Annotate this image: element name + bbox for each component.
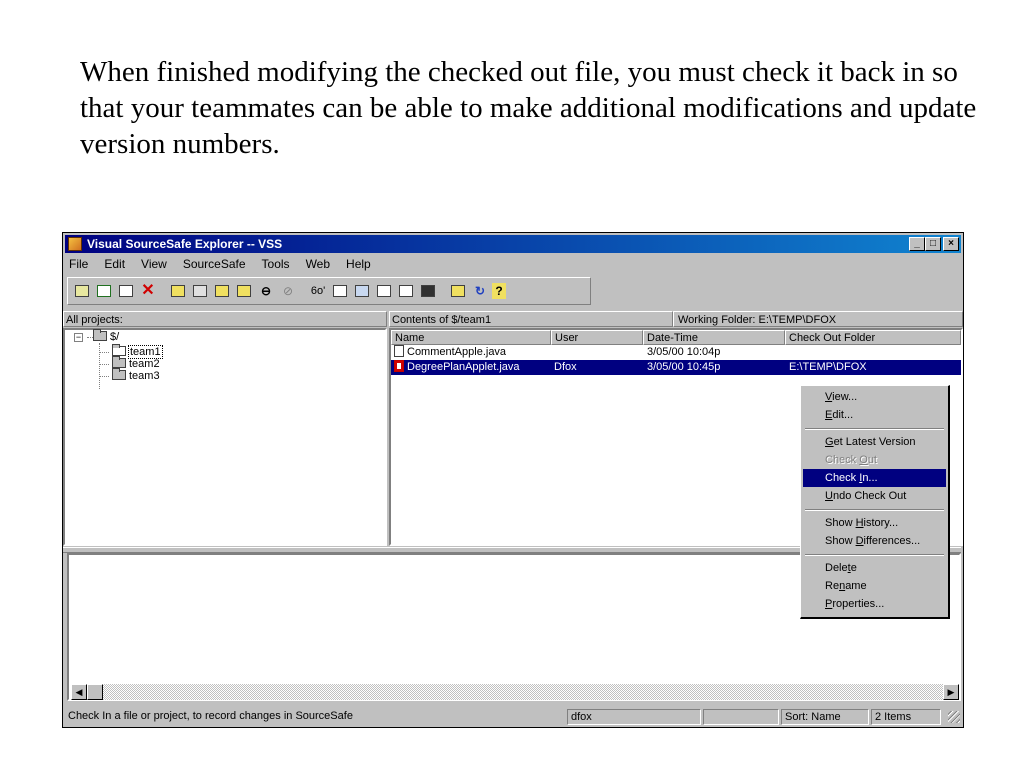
delete-icon[interactable]: ✕ xyxy=(138,281,158,301)
working-folder-label: Working Folder: E:\TEMP\DFOX xyxy=(673,311,963,327)
open-folder-icon xyxy=(112,344,126,356)
menu-separator xyxy=(805,428,944,430)
column-header-user[interactable]: User xyxy=(551,330,643,345)
status-blank xyxy=(703,709,779,725)
menu-file[interactable]: File xyxy=(67,257,90,273)
menu-separator xyxy=(805,509,944,511)
check-in-icon[interactable] xyxy=(212,281,232,301)
column-header-name[interactable]: Name xyxy=(391,330,551,345)
close-icon[interactable]: × xyxy=(943,237,959,251)
collapse-icon[interactable]: − xyxy=(74,333,83,342)
tree-item-team3[interactable]: team3 xyxy=(112,368,160,382)
projects-tree[interactable]: − $/ team1 team2 team3 xyxy=(63,328,387,546)
scroll-thumb[interactable] xyxy=(87,684,103,700)
contents-pane-header: Contents of $/team1 xyxy=(389,311,673,327)
toolbar: ✕ ⊖ ⊘ 6o' ↻ ? xyxy=(67,277,591,305)
file-icon xyxy=(394,345,404,357)
get-latest-icon[interactable] xyxy=(168,281,188,301)
menu-item-delete[interactable]: Delete xyxy=(803,559,946,577)
undo-check-out-icon[interactable] xyxy=(234,281,254,301)
menu-item-check-in[interactable]: Check In... xyxy=(803,469,946,487)
refresh-views-icon[interactable]: ↻ xyxy=(470,281,490,301)
menu-item-properties[interactable]: Properties... xyxy=(803,595,946,613)
differences-icon[interactable] xyxy=(396,281,416,301)
column-header-checkout-folder[interactable]: Check Out Folder xyxy=(785,330,961,345)
projects-pane-header: All projects: xyxy=(63,311,387,327)
properties-icon[interactable] xyxy=(374,281,394,301)
window-title: Visual SourceSafe Explorer -- VSS xyxy=(87,237,283,251)
menu-bar: File Edit View SourceSafe Tools Web Help xyxy=(67,257,373,273)
folder-icon xyxy=(112,368,126,380)
help-icon[interactable]: ? xyxy=(492,283,506,299)
create-project-icon[interactable] xyxy=(72,281,92,301)
tree-item-root[interactable]: $/ xyxy=(93,329,119,343)
menu-item-rename[interactable]: Rename xyxy=(803,577,946,595)
menu-sourcesafe[interactable]: SourceSafe xyxy=(181,257,248,273)
menu-item-show-differences[interactable]: Show Differences... xyxy=(803,532,946,550)
view-icon[interactable]: 6o' xyxy=(308,281,328,301)
menu-item-view[interactable]: View... xyxy=(803,388,946,406)
table-row[interactable]: CommentApple.java 3/05/00 10:04p xyxy=(391,345,961,360)
refresh-icon[interactable] xyxy=(448,281,468,301)
folder-icon xyxy=(112,356,126,368)
menu-tools[interactable]: Tools xyxy=(260,257,292,273)
menu-item-get-latest[interactable]: Get Latest Version xyxy=(803,433,946,451)
status-item-count: 2 Items xyxy=(871,709,941,725)
context-menu: View... Edit... Get Latest Version Check… xyxy=(800,385,950,619)
checked-out-file-icon xyxy=(394,360,404,372)
menu-separator xyxy=(805,554,944,556)
add-files-icon[interactable] xyxy=(94,281,114,301)
horizontal-scrollbar[interactable]: ◀ ▶ xyxy=(71,684,959,700)
menu-web[interactable]: Web xyxy=(304,257,332,273)
status-user: dfox xyxy=(567,709,701,725)
check-out-icon[interactable] xyxy=(190,281,210,301)
branch-icon[interactable]: ⊘ xyxy=(278,281,298,301)
status-sort: Sort: Name xyxy=(781,709,869,725)
title-bar[interactable]: Visual SourceSafe Explorer -- VSS _ □ × xyxy=(65,235,961,253)
menu-item-undo-check-out[interactable]: Undo Check Out xyxy=(803,487,946,505)
folder-icon xyxy=(93,329,107,341)
menu-view[interactable]: View xyxy=(139,257,169,273)
menu-item-edit[interactable]: Edit... xyxy=(803,406,946,424)
scroll-left-icon[interactable]: ◀ xyxy=(71,684,87,700)
vss-app-icon[interactable] xyxy=(68,237,82,251)
scroll-right-icon[interactable]: ▶ xyxy=(943,684,959,700)
slide-caption: When finished modifying the checked out … xyxy=(80,56,977,160)
minimize-icon[interactable]: _ xyxy=(909,237,925,251)
menu-item-check-out[interactable]: Check Out xyxy=(803,451,946,469)
maximize-icon[interactable]: □ xyxy=(925,237,941,251)
copy-icon[interactable] xyxy=(116,281,136,301)
column-header-datetime[interactable]: Date-Time xyxy=(643,330,785,345)
share-icon[interactable]: ⊖ xyxy=(256,281,276,301)
edit-icon[interactable] xyxy=(330,281,350,301)
menu-help[interactable]: Help xyxy=(344,257,373,273)
status-message: Check In a file or project, to record ch… xyxy=(68,710,353,722)
menu-edit[interactable]: Edit xyxy=(102,257,127,273)
history-icon[interactable] xyxy=(352,281,372,301)
find-icon[interactable] xyxy=(418,281,438,301)
resize-grip-icon[interactable] xyxy=(948,711,960,723)
table-row[interactable]: DegreePlanApplet.java Dfox 3/05/00 10:45… xyxy=(391,360,961,375)
menu-item-show-history[interactable]: Show History... xyxy=(803,514,946,532)
